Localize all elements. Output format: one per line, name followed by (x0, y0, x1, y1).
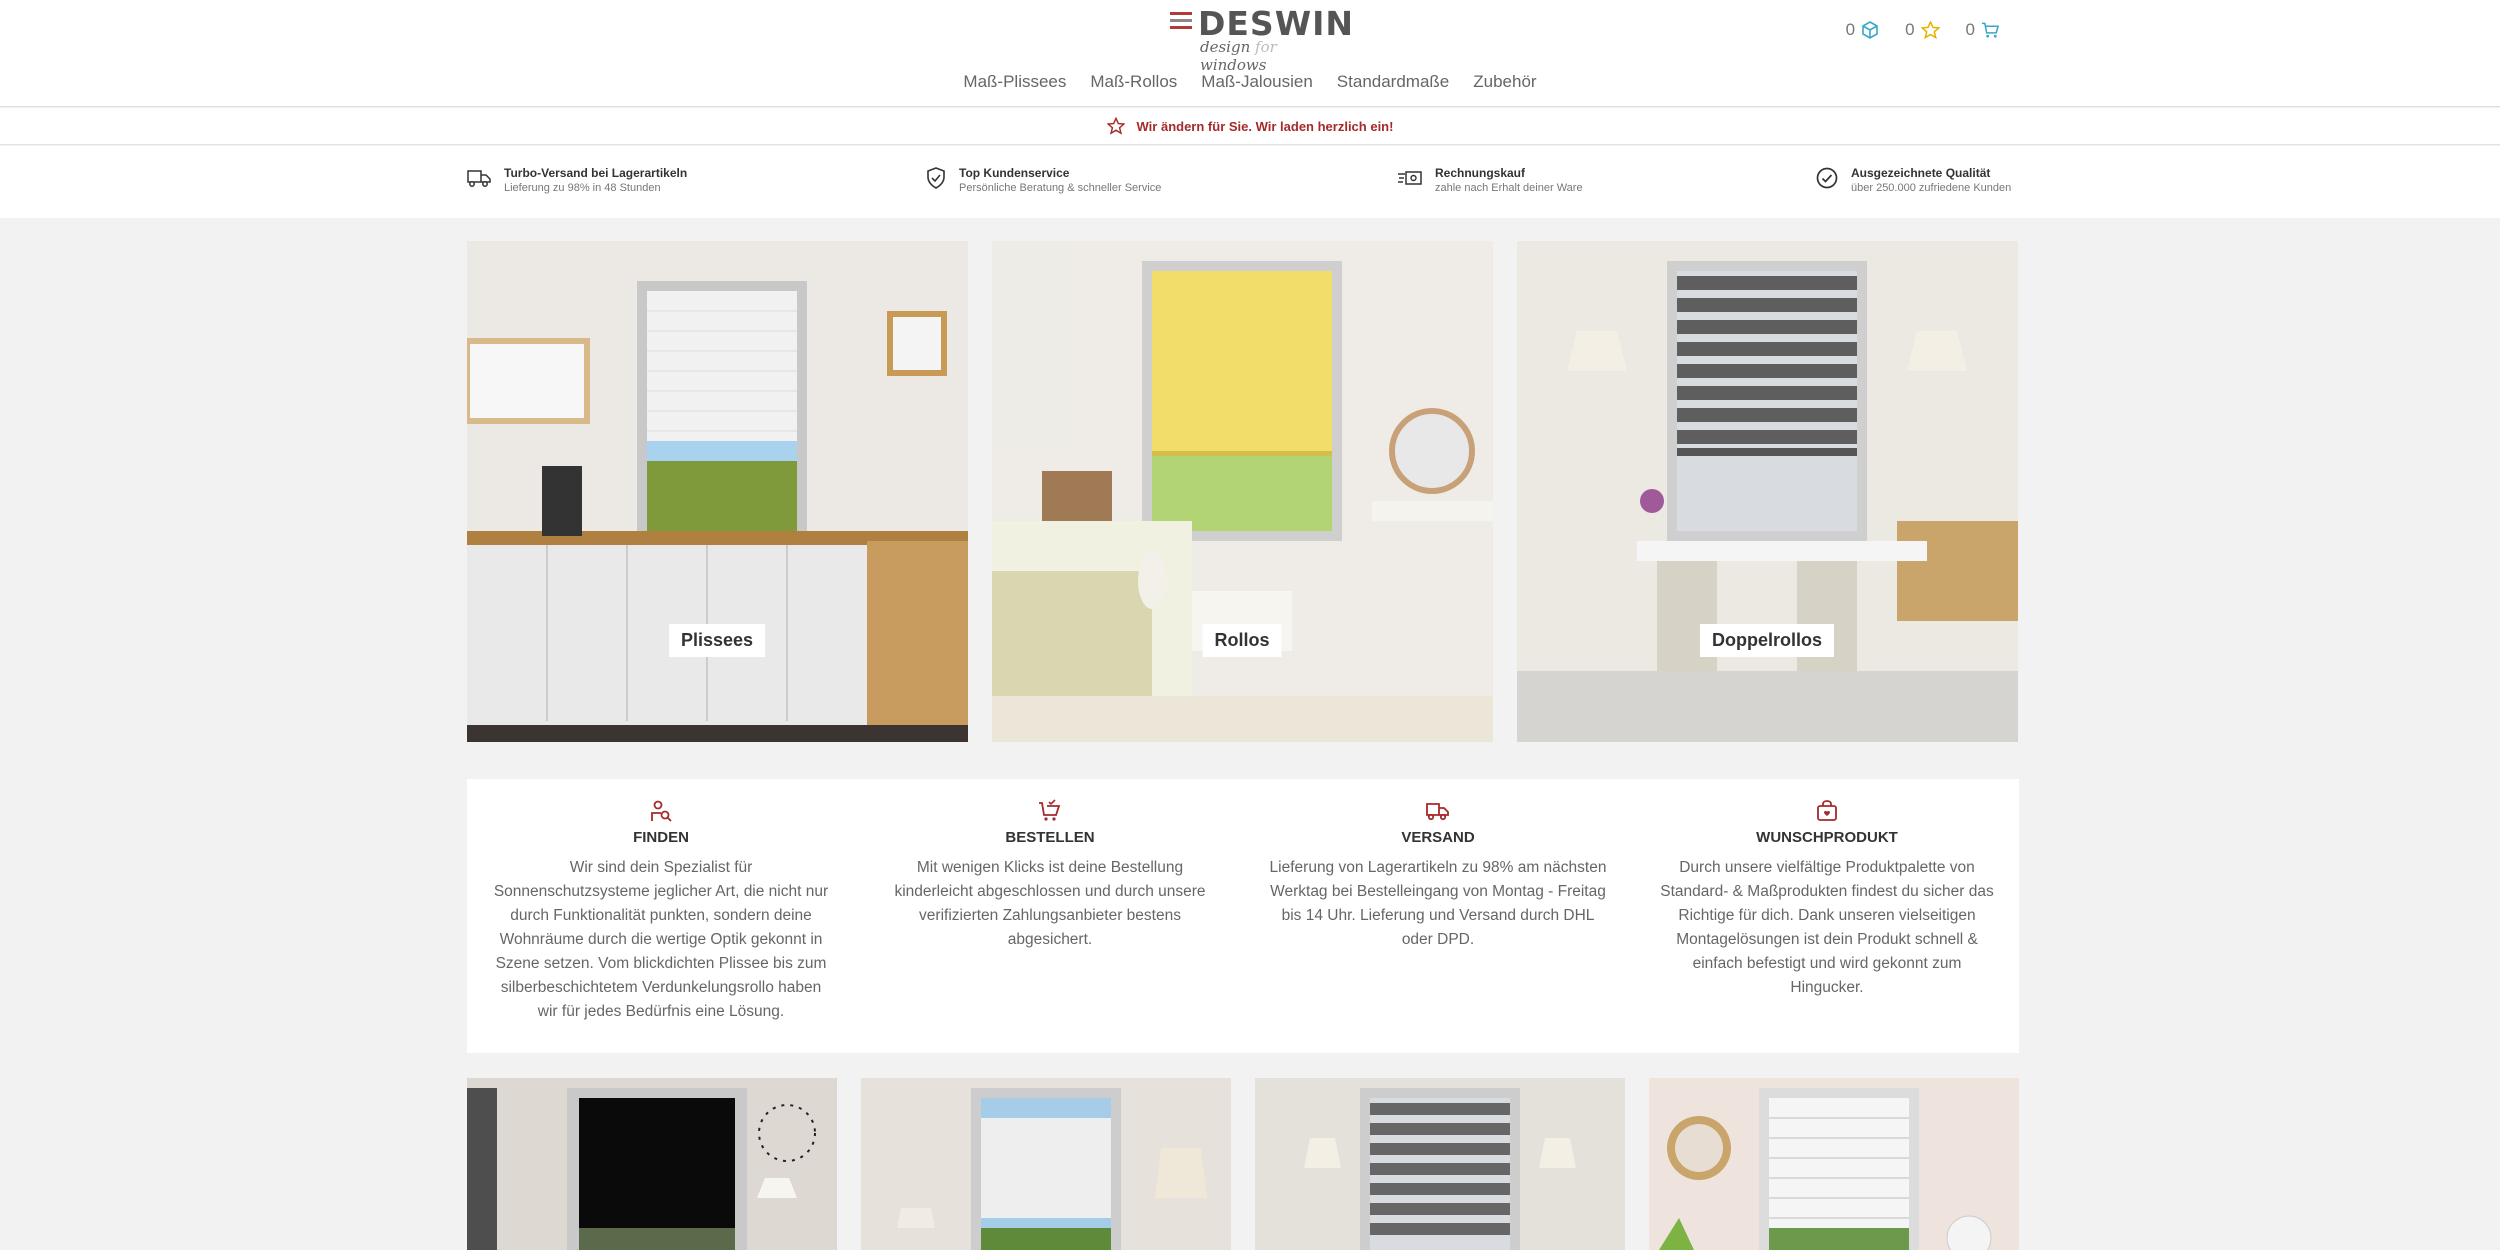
search-person-icon (651, 800, 672, 822)
notice-bar: Wir ändern für Sie. Wir laden herzlich e… (0, 108, 2500, 145)
nav-mass-jalousien[interactable]: Maß-Jalousien (1201, 72, 1313, 92)
cart-check-icon (1039, 799, 1061, 821)
product-tile[interactable] (861, 1078, 1231, 1250)
site-header: DESWIN design for windows 0 0 0 Maß-Plis… (0, 0, 2500, 107)
notice-text: Wir ändern für Sie. Wir laden herzlich e… (1136, 118, 1394, 134)
usp-subtitle: Persönliche Beratung & schneller Service (959, 182, 1162, 194)
nav-mass-rollos[interactable]: Maß-Rollos (1090, 72, 1177, 92)
feature-finden: FINDEN Wir sind dein Spezialist für Sonn… (490, 799, 832, 1024)
category-tile-doppelrollos[interactable]: Doppelrollos (1517, 241, 2018, 742)
category-label[interactable]: Rollos (1202, 624, 1282, 657)
menu-icon[interactable] (1170, 12, 1192, 32)
box-icon (1862, 21, 1878, 39)
usp-item: Rechnungskauf zahle nach Erhalt deiner Wa… (1397, 166, 1583, 195)
feature-bestellen: BESTELLEN Mit wenigen Klicks ist deine B… (879, 799, 1221, 952)
feature-title: FINDEN (633, 829, 689, 846)
feature-title: WUNSCHPRODUKT (1756, 829, 1898, 846)
box-counter[interactable]: 0 (1846, 20, 1879, 40)
feature-title: BESTELLEN (1005, 829, 1095, 846)
product-image (861, 1078, 1231, 1250)
feature-wunschprodukt: WUNSCHPRODUKT Durch unsere vielfältige P… (1656, 799, 1998, 1000)
delivery-truck-icon (467, 170, 491, 187)
category-tile-plissees[interactable]: Plissees (467, 241, 968, 742)
usp-item: Top Kundenservice Persönliche Beratung & … (925, 166, 1161, 195)
features-box: FINDEN Wir sind dein Spezialist für Sonn… (467, 779, 2019, 1053)
star-icon (1920, 21, 1940, 39)
nav-mass-plissees[interactable]: Maß-Plissees (963, 72, 1066, 92)
usp-item: Ausgezeichnete Qualität über 250.000 zufr… (1815, 166, 2011, 195)
product-image (1255, 1078, 1625, 1250)
usp-subtitle: über 250.000 zufriedene Kunden (1851, 182, 2012, 194)
product-image (1649, 1078, 2019, 1250)
check-circle-icon (1816, 167, 1838, 189)
cart-counter[interactable]: 0 (1966, 20, 2000, 40)
cart-icon (1981, 22, 2000, 38)
usp-title: Top Kundenservice (959, 166, 1070, 180)
category-label[interactable]: Plissees (668, 624, 766, 657)
invoice-money-icon (1398, 171, 1422, 185)
product-tile[interactable] (467, 1078, 837, 1250)
feature-versand: VERSAND Lieferung von Lagerartikeln zu 9… (1267, 799, 1609, 952)
nav-zubehoer[interactable]: Zubehör (1473, 72, 1536, 92)
cart-counter-value: 0 (1965, 20, 1975, 39)
bedroom-rollo-image (992, 241, 1493, 742)
wishlist-counter[interactable]: 0 (1905, 20, 1940, 40)
feature-title: VERSAND (1401, 829, 1475, 846)
feature-text: Lieferung von Lagerartikeln zu 98% am nä… (1269, 859, 1607, 948)
category-label[interactable]: Doppelrollos (1699, 624, 1835, 657)
feature-text: Wir sind dein Spezialist für Sonnenschut… (493, 859, 829, 1020)
delivery-icon (1426, 803, 1449, 821)
usp-subtitle: Lieferung zu 98% in 48 Stunden (504, 182, 661, 194)
shield-check-icon (927, 167, 945, 189)
usp-title: Rechnungskauf (1435, 166, 1526, 180)
gift-heart-icon (1817, 800, 1837, 821)
star-outline-icon (1106, 117, 1125, 135)
product-tile[interactable] (1255, 1078, 1625, 1250)
wishlist-counter-value: 0 (1905, 20, 1915, 39)
brand-tagline: design for windows (1200, 38, 1277, 74)
usp-title: Turbo-Versand bei Lagerartikeln (504, 166, 688, 180)
nav-standardmasse[interactable]: Standardmaße (1337, 72, 1449, 92)
usp-subtitle: zahle nach Erhalt deiner Ware (1435, 182, 1583, 194)
feature-text: Durch unsere vielfältige Produktpalette … (1660, 859, 1994, 996)
feature-text: Mit wenigen Klicks ist deine Bestellung … (894, 859, 1206, 948)
header-counters: 0 0 0 (1846, 20, 2000, 40)
usp-bar: Turbo-Versand bei Lagerartikeln Lieferung… (0, 146, 2500, 218)
product-image (467, 1078, 837, 1250)
category-tile-rollos[interactable]: Rollos (992, 241, 1493, 742)
main-navigation: Maß-Plissees Maß-Rollos Maß-Jalousien St… (0, 72, 2500, 92)
product-tile[interactable] (1649, 1078, 2019, 1250)
usp-item: Turbo-Versand bei Lagerartikeln Lieferung… (466, 166, 687, 195)
kitchen-plissee-image (467, 241, 968, 742)
site-logo[interactable]: DESWIN design for windows (1170, 4, 1353, 74)
usp-title: Ausgezeichnete Qualität (1851, 166, 1991, 180)
dining-doppelrollo-image (1517, 241, 2018, 742)
box-counter-value: 0 (1845, 20, 1856, 39)
